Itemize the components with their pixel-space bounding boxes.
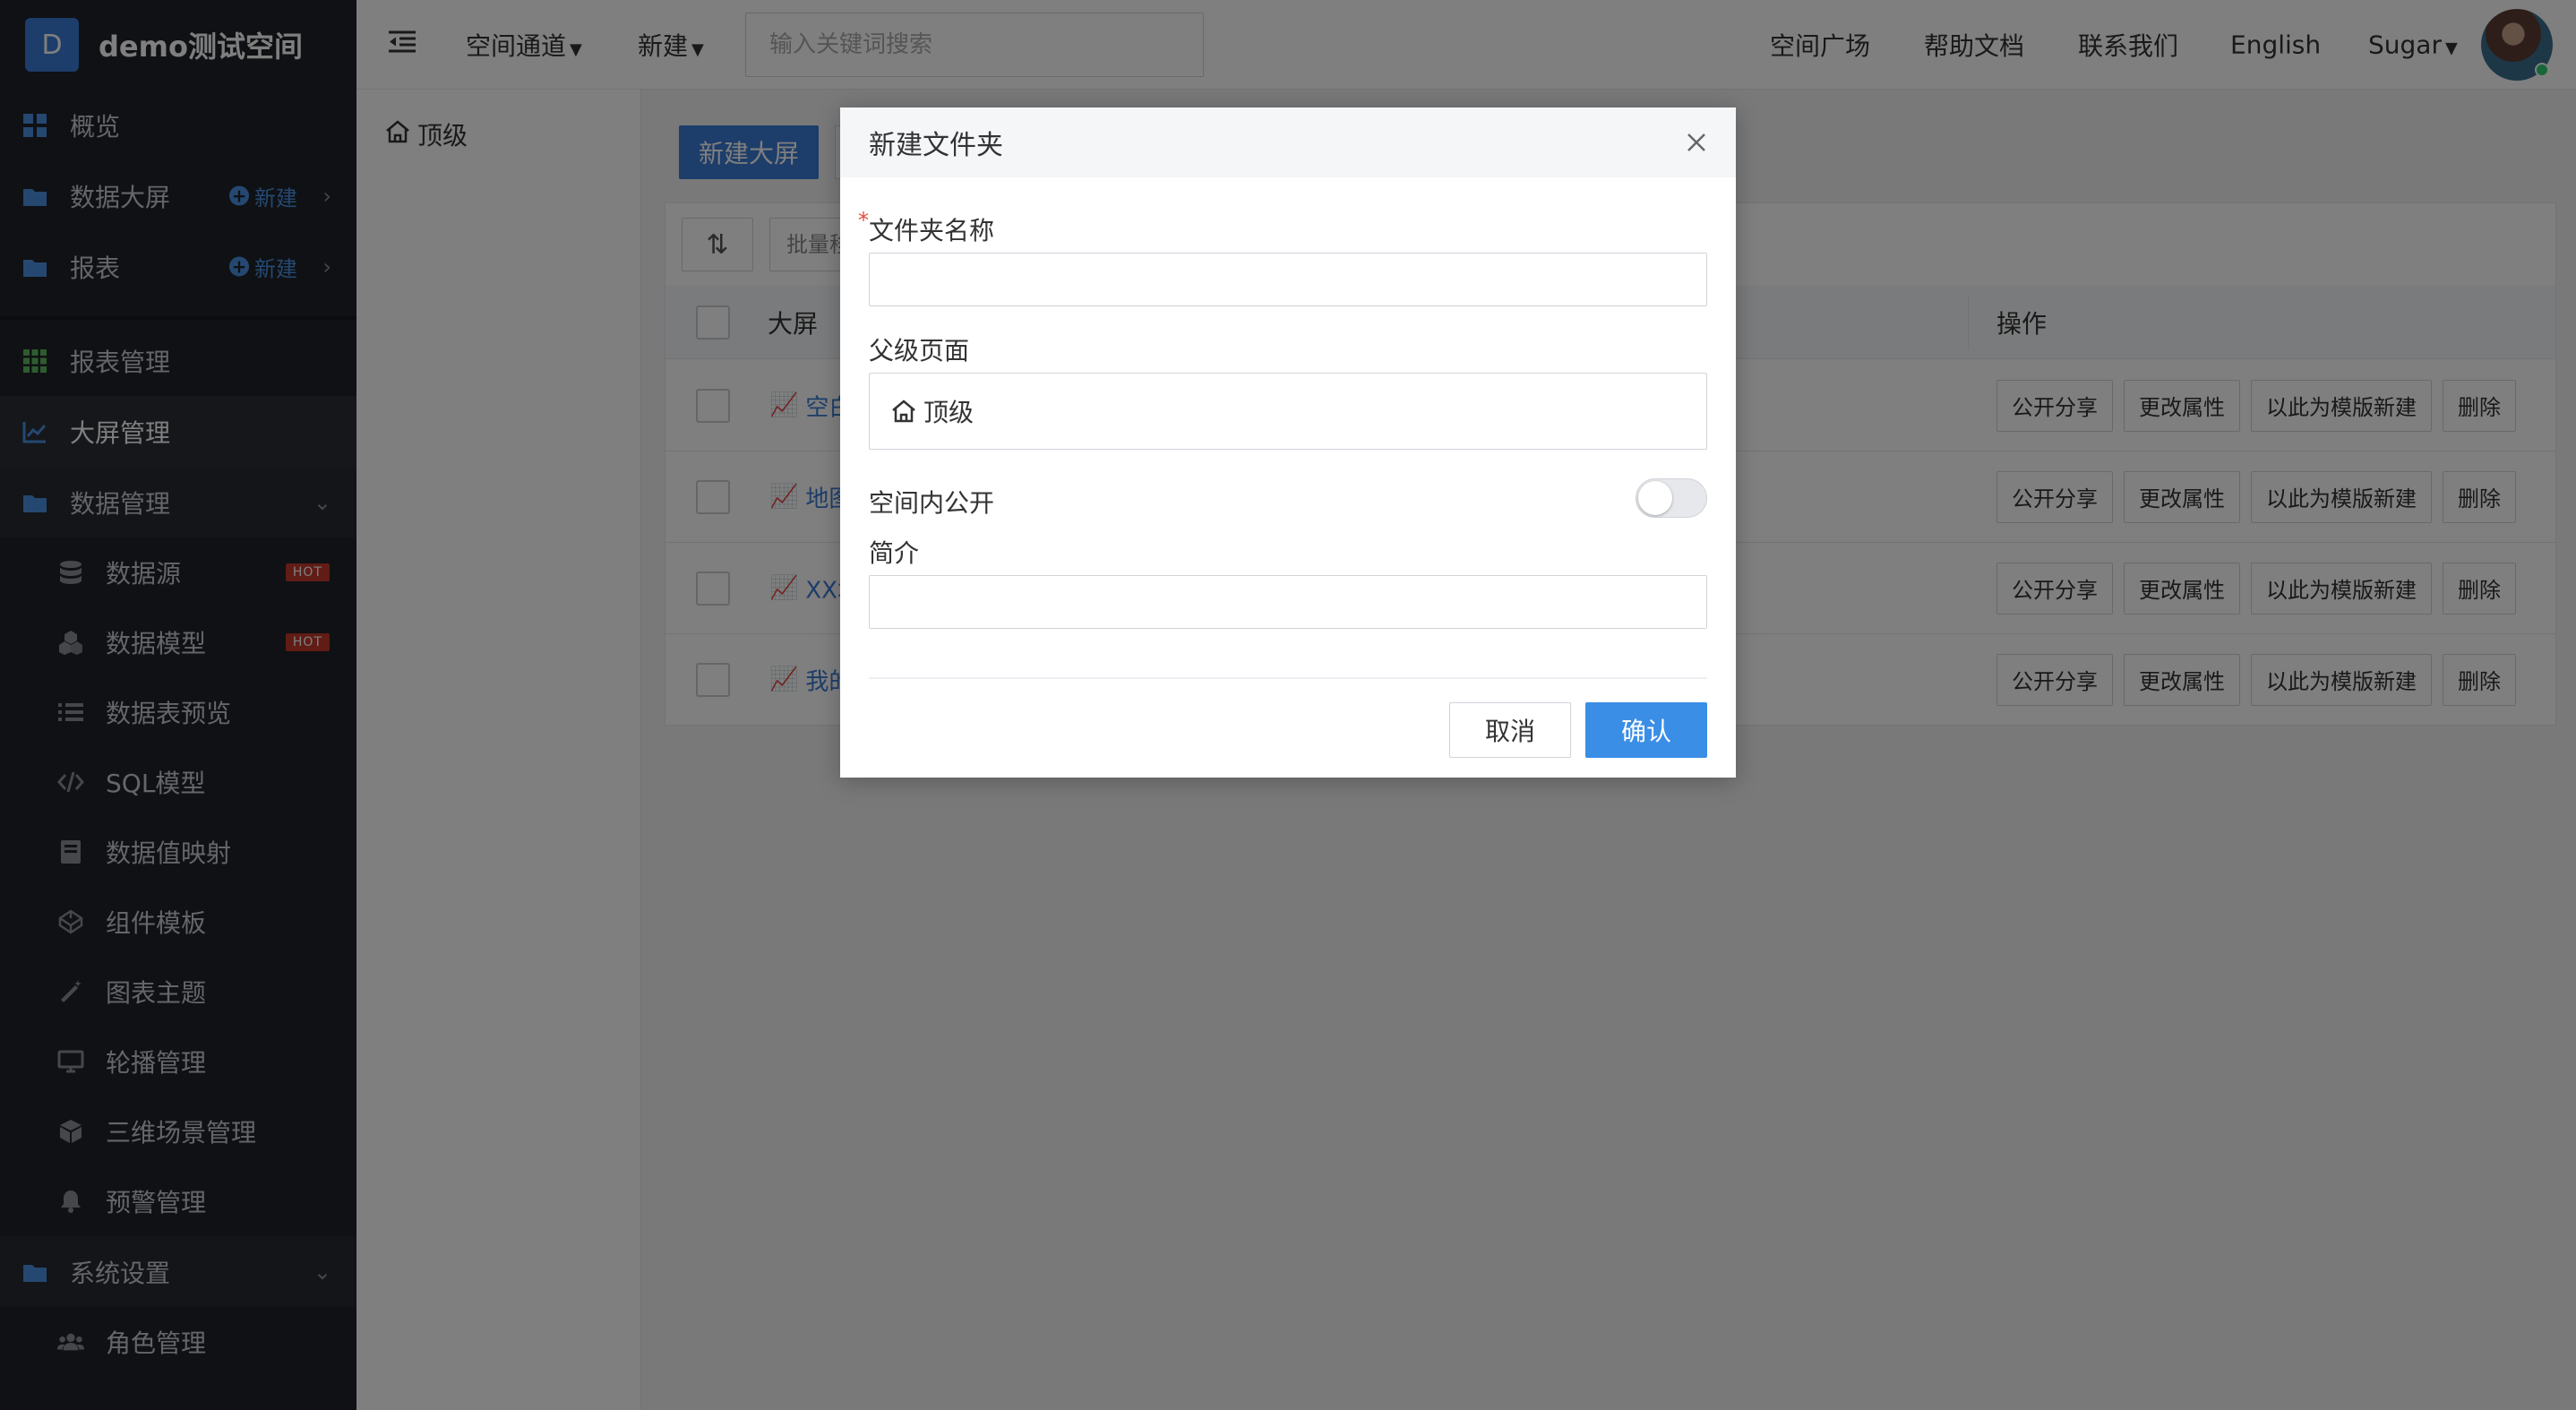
dialog-divider (869, 677, 1707, 679)
parent-page-select[interactable]: 顶级 (869, 373, 1707, 450)
folder-name-input[interactable] (869, 253, 1707, 306)
cancel-button[interactable]: 取消 (1449, 702, 1571, 758)
intro-input[interactable] (869, 575, 1707, 629)
intro-label: 简介 (869, 538, 920, 568)
required-mark: * (858, 208, 869, 233)
parent-page-label: 父级页面 (869, 336, 970, 365)
home-icon (891, 400, 916, 423)
public-in-space-label: 空间内公开 (869, 488, 995, 518)
dialog-header: 新建文件夹 (840, 107, 1736, 177)
parent-page-value: 顶级 (923, 398, 975, 427)
confirm-button[interactable]: 确认 (1585, 702, 1707, 758)
toggle-knob (1638, 481, 1672, 515)
close-icon[interactable] (1680, 126, 1713, 159)
folder-name-label: * 文件夹名称 (858, 208, 995, 247)
dialog-title: 新建文件夹 (869, 130, 1003, 161)
folder-name-label-text: 文件夹名称 (869, 216, 995, 245)
public-in-space-toggle[interactable] (1636, 478, 1707, 518)
new-folder-dialog: 新建文件夹 * 文件夹名称 父级页面 顶级 空间内公开 简介 取消 确认 (840, 107, 1736, 778)
